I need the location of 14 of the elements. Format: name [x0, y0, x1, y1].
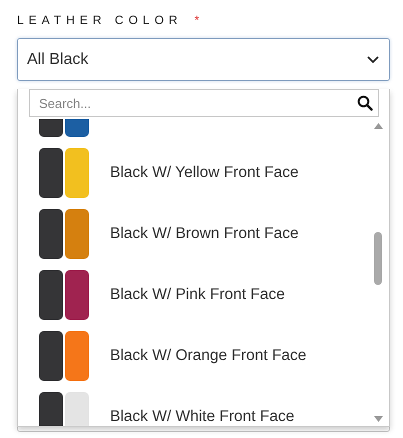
option-item[interactable]: Black W/ White Front Face [18, 386, 371, 426]
search-icon [357, 95, 373, 111]
option-item[interactable]: Black W/ Yellow Front Face [18, 142, 371, 203]
color-select[interactable]: All Black [17, 38, 390, 81]
required-mark: * [194, 12, 200, 29]
scroll-up-icon[interactable] [374, 123, 382, 129]
field-label: LEATHER COLOR [17, 12, 182, 29]
chevron-down-icon [367, 56, 379, 64]
option-item[interactable]: Black W/ Pink Front Face [18, 264, 371, 325]
scrollbar-thumb[interactable] [374, 232, 382, 285]
option-item[interactable]: Black W/ Orange Front Face [18, 325, 371, 386]
search-field[interactable]: Search... [29, 89, 379, 117]
option-item[interactable]: Black W/ Brown Front Face [18, 203, 371, 264]
scroll-down-icon[interactable] [374, 416, 382, 422]
